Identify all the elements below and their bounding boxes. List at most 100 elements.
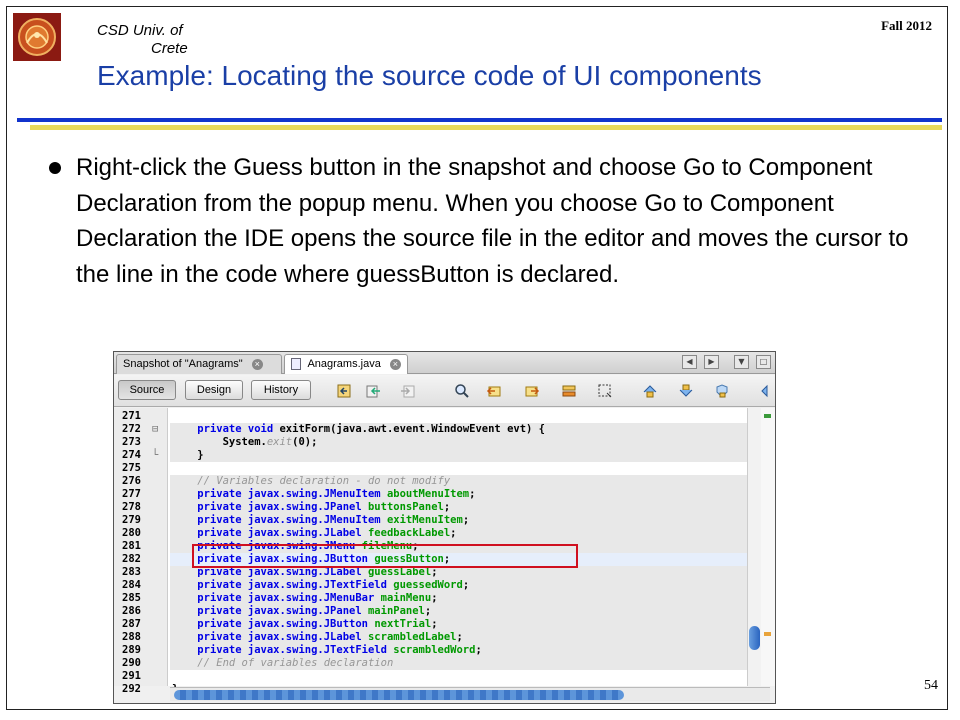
code-line[interactable]: 290 // End of variables declaration [114,657,775,670]
line-number: 278 [122,501,141,513]
scroll-left-icon[interactable]: ◀ [682,355,697,369]
code-text: System.exit(0); [197,436,318,448]
university-line2: Crete [151,40,188,57]
code-text: private javax.swing.JLabel feedbackLabel… [197,527,457,539]
shift-left-icon[interactable] [759,383,775,399]
line-number: 274 [122,449,141,461]
code-line[interactable]: 279 private javax.swing.JMenuItem exitMe… [114,514,775,527]
maximize-icon[interactable]: □ [756,355,771,369]
ok-status-mark [764,414,771,418]
code-line[interactable]: 286 private javax.swing.JPanel mainPanel… [114,605,775,618]
code-line[interactable]: 287 private javax.swing.JButton nextTria… [114,618,775,631]
line-number: 288 [122,631,141,643]
code-line[interactable]: 280 private javax.swing.JLabel feedbackL… [114,527,775,540]
line-number: 292 [122,683,141,695]
code-line[interactable]: 275 [114,462,775,475]
source-button[interactable]: Source [118,380,176,400]
forward-icon[interactable] [399,383,415,399]
university-line1: CSD Univ. of [97,22,183,39]
close-icon[interactable]: × [389,358,401,370]
code-line[interactable]: 285 private javax.swing.JMenuBar mainMen… [114,592,775,605]
close-icon[interactable]: × [251,358,263,370]
code-line[interactable]: 271 [114,410,775,423]
line-number: 276 [122,475,141,487]
line-number: 279 [122,514,141,526]
tab-snapshot-label: Snapshot of "Anagrams" [123,358,243,370]
university-name: CSD Univ. of Crete [97,22,188,58]
highlight-box-guessbutton [192,544,578,568]
code-line[interactable]: 273 System.exit(0); [114,436,775,449]
line-number: 280 [122,527,141,539]
last-edit-icon[interactable] [336,383,352,399]
code-text: // Variables declaration - do not modify [197,475,451,487]
chevron-down-icon[interactable]: ▼ [734,355,749,369]
scroll-right-icon[interactable]: ▶ [704,355,719,369]
code-text: private javax.swing.JPanel mainPanel; [197,605,432,617]
find-next-icon[interactable] [524,383,540,399]
horizontal-scrollbar-thumb[interactable] [174,690,624,700]
rectangular-selection-icon[interactable] [597,383,613,399]
line-number: 286 [122,605,141,617]
history-button[interactable]: History [251,380,311,400]
line-number: 291 [122,670,141,682]
university-logo [13,13,61,61]
code-text: private javax.swing.JTextField guessedWo… [197,579,470,591]
line-number: 285 [122,592,141,604]
slide-title: Example: Locating the source code of UI … [97,60,762,91]
find-selection-icon[interactable] [454,383,470,399]
code-text: private javax.swing.JMenuItem exitMenuIt… [197,514,470,526]
code-line[interactable]: 274 └ } [114,449,775,462]
code-line[interactable]: 276 // Variables declaration - do not mo… [114,475,775,488]
code-text: private javax.swing.JButton nextTrial; [197,618,438,630]
line-number: 275 [122,462,141,474]
code-line[interactable]: 291 [114,670,775,683]
horizontal-scrollbar[interactable] [170,687,770,701]
code-text: // End of variables declaration [197,657,394,669]
line-number: 273 [122,436,141,448]
error-stripe [761,408,775,686]
find-previous-icon[interactable] [486,383,502,399]
previous-bookmark-icon[interactable] [642,383,658,399]
code-line[interactable]: 272 ⊟ private void exitForm(java.awt.even… [114,423,775,436]
line-number: 289 [122,644,141,656]
fold-icon[interactable]: └ [152,449,162,462]
code-line[interactable]: 289 private javax.swing.JTextField scram… [114,644,775,657]
line-number: 284 [122,579,141,591]
title-rule-blue [17,118,942,122]
editor-toolbar: Source Design History [114,375,775,407]
ide-screenshot: Snapshot of "Anagrams" × Anagrams.java ×… [113,351,776,704]
code-text: private javax.swing.JPanel buttonsPanel; [197,501,451,513]
tab-anagrams-java[interactable]: Anagrams.java × [284,354,408,374]
term-label: Fall 2012 [881,18,932,33]
toggle-bookmark-icon[interactable] [714,383,730,399]
line-number: 271 [122,410,141,422]
page-number: 54 [924,678,938,693]
line-number: 272 [122,423,141,435]
editor-tab-bar: Snapshot of "Anagrams" × Anagrams.java ×… [114,352,775,374]
code-line[interactable]: 277 private javax.swing.JMenuItem aboutM… [114,488,775,501]
code-line[interactable]: 278 private javax.swing.JPanel buttonsPa… [114,501,775,514]
toggle-highlight-icon[interactable] [561,383,577,399]
code-text: private javax.swing.JMenuBar mainMenu; [197,592,438,604]
bullet-dot [49,162,61,174]
java-file-icon [291,358,301,371]
vertical-scrollbar-thumb[interactable] [749,626,760,650]
code-text: private void exitForm(java.awt.event.Win… [197,423,545,435]
tab-anagrams-label: Anagrams.java [307,358,381,370]
vertical-scrollbar[interactable] [747,408,761,686]
fold-icon[interactable]: ⊟ [152,423,162,436]
title-rule-yellow [30,125,942,130]
design-button[interactable]: Design [185,380,243,400]
bullet-text: Right-click the Guess button in the snap… [76,154,909,288]
line-number: 281 [122,540,141,552]
code-line[interactable]: 288 private javax.swing.JLabel scrambled… [114,631,775,644]
tab-snapshot[interactable]: Snapshot of "Anagrams" × [116,354,282,374]
code-line[interactable]: 284 private javax.swing.JTextField guess… [114,579,775,592]
line-number: 287 [122,618,141,630]
code-text: private javax.swing.JMenuItem aboutMenuI… [197,488,476,500]
line-number: 277 [122,488,141,500]
back-icon[interactable] [366,383,382,399]
code-text: } [197,449,204,461]
code-text: private javax.swing.JLabel scrambledLabe… [197,631,463,643]
next-bookmark-icon[interactable] [678,383,694,399]
